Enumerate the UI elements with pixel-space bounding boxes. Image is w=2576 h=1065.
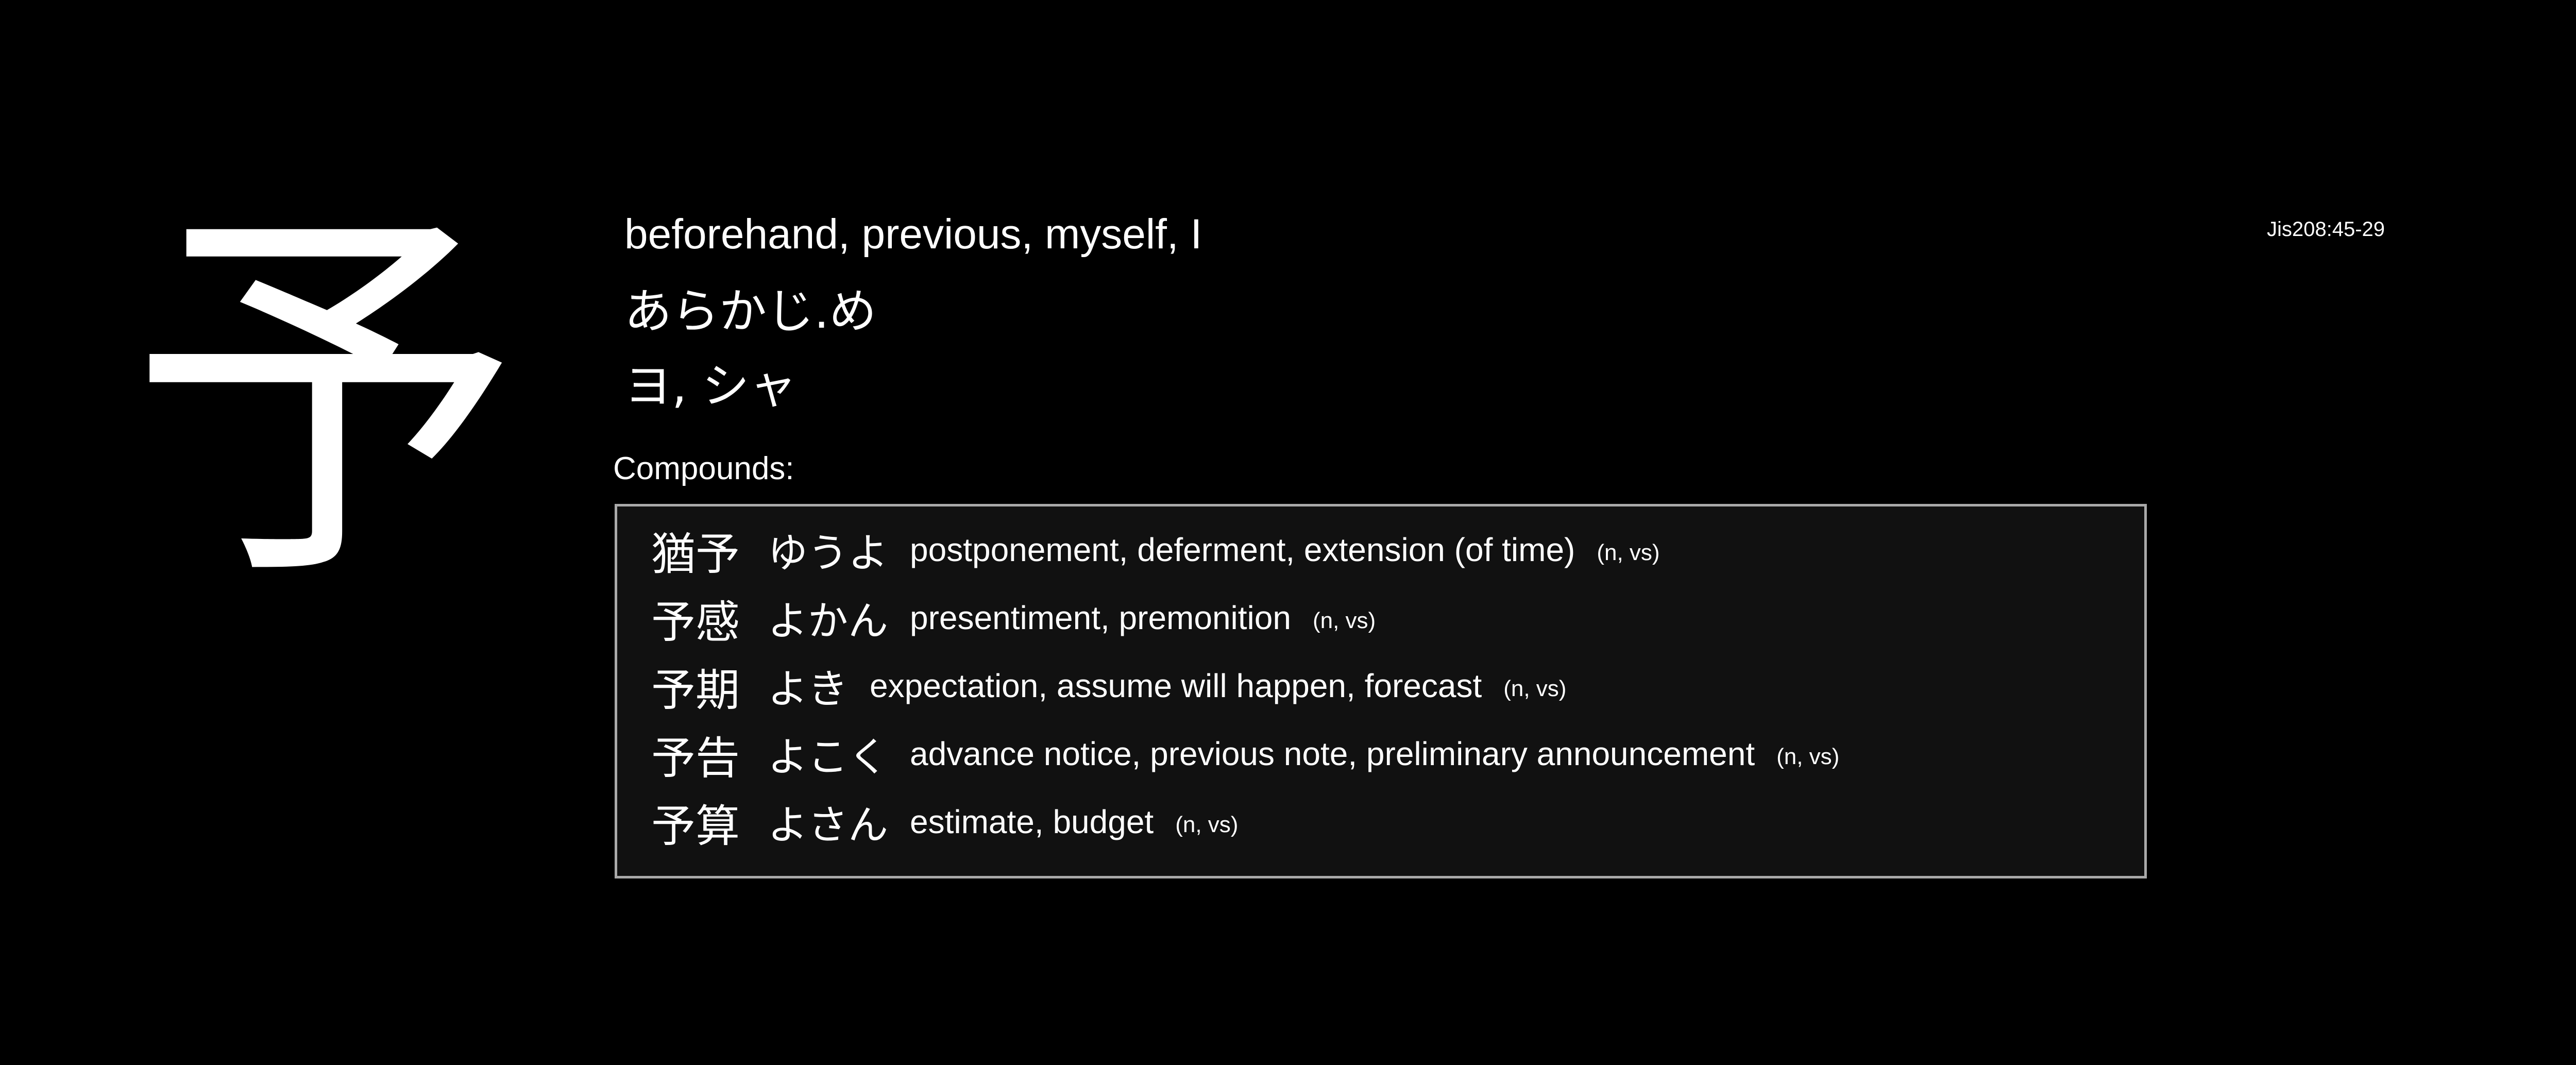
compound-word: 予感 xyxy=(651,596,740,648)
compound-part-of-speech: (n, vs) xyxy=(1503,676,1567,701)
compound-row: 予算 よさん estimate, budget (n, vs) xyxy=(651,788,1238,856)
compounds-label: Compounds: xyxy=(613,451,794,486)
compound-reading: ゆうよ xyxy=(768,530,889,577)
compound-row: 予感 よかん presentiment, premonition (n, vs) xyxy=(651,584,1376,652)
compound-part-of-speech: (n, vs) xyxy=(1776,744,1840,769)
compound-reading: よかん xyxy=(768,598,889,645)
compound-word: 予告 xyxy=(651,732,740,784)
compound-row: 予告 よこく advance notice, previous note, pr… xyxy=(651,720,1839,788)
compound-part-of-speech: (n, vs) xyxy=(1175,812,1239,837)
compound-gloss: presentiment, premonition xyxy=(910,599,1291,636)
kun-reading: あらかじ.め xyxy=(624,284,877,339)
compound-word: 予期 xyxy=(651,664,740,716)
kanji-character: 予 xyxy=(129,174,520,630)
compound-part-of-speech: (n, vs) xyxy=(1312,608,1376,633)
compound-gloss: estimate, budget xyxy=(910,803,1154,840)
compound-gloss: expectation, assume will happen, forecas… xyxy=(870,667,1482,704)
compound-reading: よさん xyxy=(768,802,889,849)
compound-row: 予期 よき expectation, assume will happen, f… xyxy=(651,652,1566,720)
compound-gloss: advance notice, previous note, prelimina… xyxy=(910,735,1755,772)
compound-gloss: postponement, deferment, extension (of t… xyxy=(910,531,1575,568)
compound-word: 予算 xyxy=(651,800,740,852)
compound-row: 猶予 ゆうよ postponement, deferment, extensio… xyxy=(651,516,1660,584)
compound-reading: よき xyxy=(768,666,849,713)
compound-word: 猶予 xyxy=(651,528,740,580)
kanji-meanings: beforehand, previous, myself, I xyxy=(624,211,1202,258)
jis-code: Jis208:45-29 xyxy=(2267,218,2385,241)
on-reading: ヨ, シャ xyxy=(624,359,797,414)
compounds-list: 猶予 ゆうよ postponement, deferment, extensio… xyxy=(615,504,2147,878)
compound-part-of-speech: (n, vs) xyxy=(1597,540,1660,565)
compound-reading: よこく xyxy=(768,734,889,781)
